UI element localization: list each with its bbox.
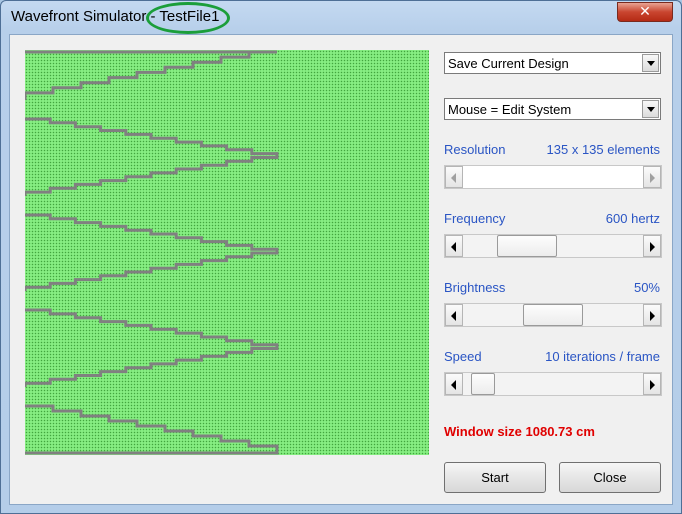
scroll-left-icon[interactable] [445,373,463,395]
speed-track[interactable] [463,373,643,395]
window-size-readout: Window size 1080.73 cm [444,424,595,439]
brightness-scrollbar[interactable] [444,303,662,327]
simulation-canvas[interactable] [25,50,429,455]
lens-element[interactable] [25,404,279,455]
brightness-track[interactable] [463,304,643,326]
speed-scrollbar[interactable] [444,372,662,396]
resolution-label: Resolution [444,142,506,157]
scroll-left-icon[interactable] [445,235,463,257]
design-dropdown[interactable]: Save Current Design [444,52,661,74]
close-button[interactable]: Close [559,462,661,493]
app-window: Wavefront Simulator - TestFile1 ✕ Save C… [0,0,682,514]
speed-value: 10 iterations / frame [545,349,660,364]
lens-element[interactable] [25,308,279,387]
frequency-track[interactable] [463,235,643,257]
mouse-mode-dropdown[interactable]: Mouse = Edit System [444,98,661,120]
resolution-scrollbar[interactable] [444,165,662,189]
title-highlight-ellipse [146,2,230,34]
brightness-thumb[interactable] [523,304,583,326]
chevron-down-icon[interactable] [642,100,659,118]
scroll-right-icon[interactable] [643,304,661,326]
title-app-name: Wavefront Simulator [11,8,147,25]
design-dropdown-value: Save Current Design [448,56,569,71]
scroll-right-icon[interactable] [643,373,661,395]
lens-element[interactable] [25,117,279,196]
scroll-left-icon[interactable] [445,304,463,326]
lens-element[interactable] [25,50,277,100]
scroll-left-icon[interactable] [445,166,463,188]
window-close-button[interactable]: ✕ [617,2,673,22]
start-button[interactable]: Start [444,462,546,493]
lens-element[interactable] [25,213,279,291]
speed-thumb[interactable] [471,373,495,395]
frequency-thumb[interactable] [497,235,557,257]
resolution-track[interactable] [463,166,643,188]
lens-system-drawing [25,50,279,455]
scroll-right-icon[interactable] [643,166,661,188]
frequency-value: 600 hertz [605,211,660,226]
speed-label: Speed [444,349,482,364]
mouse-mode-value: Mouse = Edit System [448,102,572,117]
resolution-value: 135 x 135 elements [546,142,660,157]
chevron-down-icon[interactable] [642,54,659,72]
lens-elements [25,50,279,455]
frequency-label: Frequency [444,211,506,226]
frequency-scrollbar[interactable] [444,234,662,258]
scroll-right-icon[interactable] [643,235,661,257]
close-icon: ✕ [639,4,651,20]
brightness-value: 50% [633,280,660,295]
brightness-label: Brightness [444,280,506,295]
